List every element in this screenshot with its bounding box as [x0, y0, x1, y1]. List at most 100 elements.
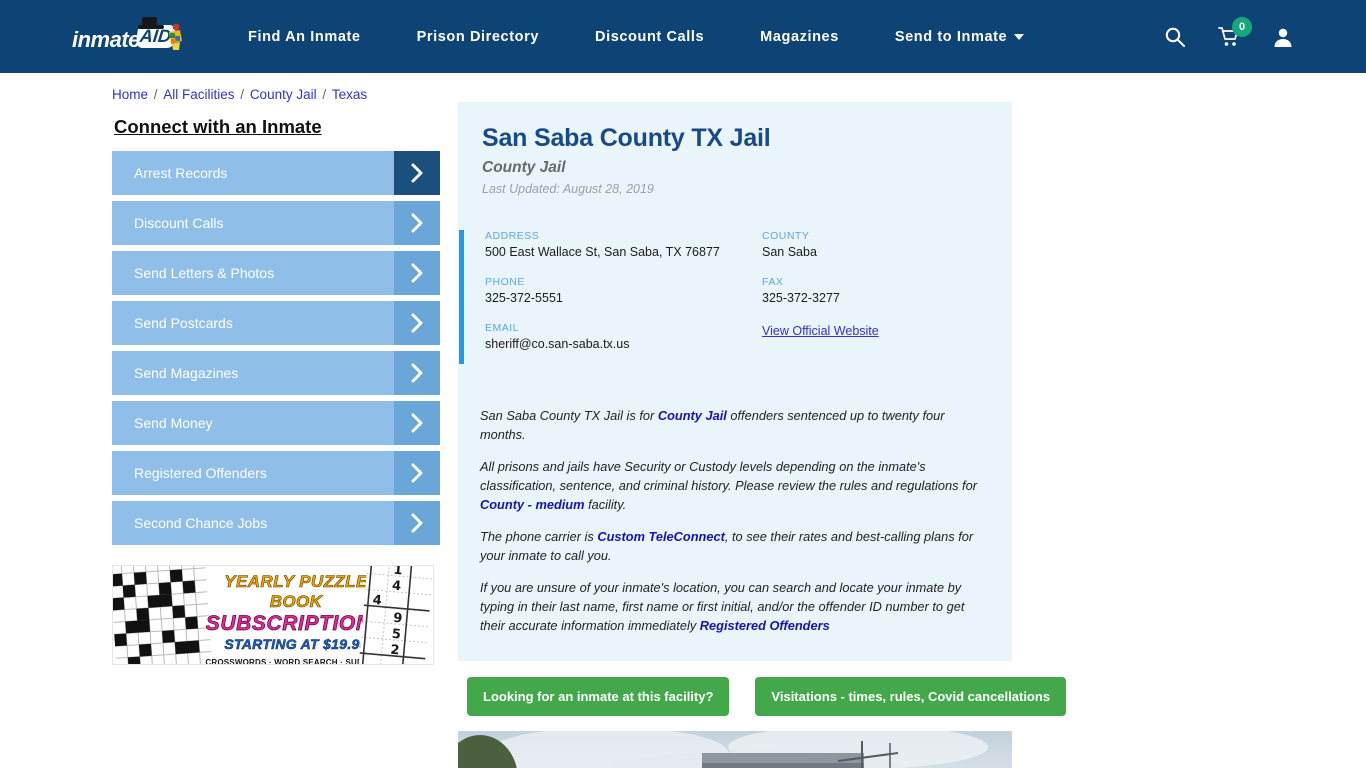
info-label: ADDRESS: [485, 230, 540, 242]
crossword-grid-graphic: [113, 566, 213, 664]
nav-discount-calls[interactable]: Discount Calls: [567, 29, 732, 45]
mascot-bird-icon: [164, 23, 186, 53]
link-county-jail[interactable]: County Jail: [658, 408, 727, 423]
sidebar-item-discount-calls[interactable]: Discount Calls: [112, 201, 440, 245]
visitations-button[interactable]: Visitations - times, rules, Covid cancel…: [755, 677, 1067, 716]
sidebar-item-send-letters-photos[interactable]: Send Letters & Photos: [112, 251, 440, 295]
nav-label: Discount Calls: [595, 28, 705, 45]
chevron-right-icon: [394, 301, 440, 345]
ad-headline: YEARLY PUZZLE BOOK: [224, 572, 368, 612]
info-value: 500 East Wallace St, San Saba, TX 76877: [485, 245, 720, 259]
svg-text:4: 4: [391, 579, 401, 595]
breadcrumb-item-texas[interactable]: Texas: [332, 87, 367, 102]
chevron-right-icon: [394, 451, 440, 495]
description-paragraph-3: The phone carrier is Custom TeleConnect,…: [480, 527, 982, 565]
site-logo[interactable]: inmate AID: [60, 15, 182, 59]
info-value: 325-372-5551: [485, 291, 563, 305]
sidebar-item-arrest-records[interactable]: Arrest Records: [112, 151, 440, 195]
site-header: inmate AID Find An Inmate Prison Directo…: [0, 0, 1366, 73]
text-segment: The phone carrier is: [480, 529, 598, 544]
sidebar-item-label: Arrest Records: [134, 165, 228, 181]
sidebar-item-second-chance-jobs[interactable]: Second Chance Jobs: [112, 501, 440, 545]
search-icon[interactable]: [1164, 26, 1186, 48]
sidebar: Connect with an Inmate Arrest Records Di…: [112, 102, 440, 768]
info-column-right: COUNTY San Saba FAX 325-372-3277 View Of…: [735, 230, 1012, 368]
user-account-icon[interactable]: [1272, 26, 1294, 48]
sidebar-title: Connect with an Inmate: [114, 116, 322, 137]
content-wrapper: Connect with an Inmate Arrest Records Di…: [0, 102, 1366, 768]
breadcrumb-separator: /: [236, 87, 248, 102]
info-label: EMAIL: [485, 322, 520, 334]
nav-label: Find An Inmate: [248, 28, 361, 45]
sidebar-item-send-money[interactable]: Send Money: [112, 401, 440, 445]
sidebar-item-label: Send Money: [134, 415, 213, 431]
sidebar-item-label: Second Chance Jobs: [134, 515, 268, 531]
info-website: View Official Website: [762, 322, 1012, 340]
chevron-right-icon: [394, 501, 440, 545]
chevron-right-icon: [394, 251, 440, 295]
breadcrumb-item-home[interactable]: Home: [112, 87, 148, 102]
svg-text:2: 2: [390, 643, 400, 659]
cta-button-row: Looking for an inmate at this facility? …: [467, 677, 1366, 716]
link-custom-teleconnect[interactable]: Custom TeleConnect: [597, 529, 725, 544]
link-registered-offenders[interactable]: Registered Offenders: [700, 618, 830, 633]
facility-info-block: ADDRESS 500 East Wallace St, San Saba, T…: [458, 230, 1012, 390]
breadcrumb-item-all-facilities[interactable]: All Facilities: [163, 87, 234, 102]
info-email: EMAIL sheriff@co.san-saba.tx.us: [485, 322, 735, 351]
chevron-right-icon: [394, 151, 440, 195]
sidebar-item-label: Send Magazines: [134, 365, 239, 381]
text-segment: facility.: [584, 497, 627, 512]
nav-label: Send to Inmate: [894, 28, 1008, 45]
info-fax: FAX 325-372-3277: [762, 276, 1012, 305]
page-title: San Saba County TX Jail: [482, 124, 771, 152]
link-county-medium[interactable]: County - medium: [480, 497, 585, 512]
sidebar-item-registered-offenders[interactable]: Registered Offenders: [112, 451, 440, 495]
find-inmate-button[interactable]: Looking for an inmate at this facility?: [467, 677, 730, 716]
main-column: San Saba County TX Jail County Jail Last…: [440, 102, 1366, 768]
facility-header: San Saba County TX Jail County Jail Last…: [458, 124, 1012, 196]
facility-photo: [458, 731, 1012, 768]
description-paragraph-1: San Saba County TX Jail is for County Ja…: [480, 406, 982, 444]
text-segment: All prisons and jails have Security or C…: [480, 459, 977, 493]
info-value: 325-372-3277: [762, 291, 840, 305]
description-paragraph-4: If you are unsure of your inmate's locat…: [480, 578, 982, 635]
sidebar-item-send-postcards[interactable]: Send Postcards: [112, 301, 440, 345]
page-body: Home / All Facilities / County Jail / Te…: [0, 73, 1366, 768]
info-phone: PHONE 325-372-5551: [485, 276, 735, 305]
sidebar-item-label: Send Postcards: [134, 315, 233, 331]
last-updated: Last Updated: August 28, 2019: [482, 182, 654, 196]
svg-text:4: 4: [372, 593, 382, 609]
sidebar-item-send-magazines[interactable]: Send Magazines: [112, 351, 440, 395]
nav-label: Magazines: [760, 28, 839, 45]
sudoku-grid-graphic: 1 4 4 9 5 2: [358, 566, 433, 664]
top-hat-icon: [138, 16, 164, 31]
accent-bar: [459, 230, 464, 364]
official-website-link[interactable]: View Official Website: [762, 324, 879, 338]
nav-find-an-inmate[interactable]: Find An Inmate: [220, 29, 389, 45]
shopping-cart-icon[interactable]: 0: [1218, 16, 1252, 48]
chevron-right-icon: [394, 351, 440, 395]
chevron-down-icon: [1014, 33, 1025, 40]
info-value: sheriff@co.san-saba.tx.us: [485, 337, 630, 351]
info-value: San Saba: [762, 245, 817, 259]
nav-magazines[interactable]: Magazines: [732, 29, 867, 45]
info-label: PHONE: [485, 276, 525, 288]
info-address: ADDRESS 500 East Wallace St, San Saba, T…: [485, 230, 735, 259]
svg-text:5: 5: [391, 627, 401, 643]
nav-prison-directory[interactable]: Prison Directory: [389, 29, 567, 45]
chevron-right-icon: [394, 201, 440, 245]
puzzle-book-ad-banner[interactable]: YEARLY PUZZLE BOOK SUBSCRIPTIONS STARTIN…: [112, 565, 434, 665]
info-column-left: ADDRESS 500 East Wallace St, San Saba, T…: [458, 230, 735, 368]
main-navigation: Find An Inmate Prison Directory Discount…: [220, 29, 1164, 45]
sidebar-item-label: Registered Offenders: [134, 465, 267, 481]
info-label: FAX: [762, 276, 784, 288]
text-segment: San Saba County TX Jail is for: [480, 408, 658, 423]
nav-send-to-inmate[interactable]: Send to Inmate: [867, 29, 1052, 45]
nav-label: Prison Directory: [416, 28, 540, 45]
breadcrumb-item-county-jail[interactable]: County Jail: [250, 87, 317, 102]
info-county: COUNTY San Saba: [762, 230, 1012, 259]
sidebar-item-label: Discount Calls: [134, 215, 224, 231]
breadcrumb: Home / All Facilities / County Jail / Te…: [0, 73, 1366, 102]
info-label: COUNTY: [762, 230, 810, 242]
description-paragraph-2: All prisons and jails have Security or C…: [480, 457, 982, 514]
